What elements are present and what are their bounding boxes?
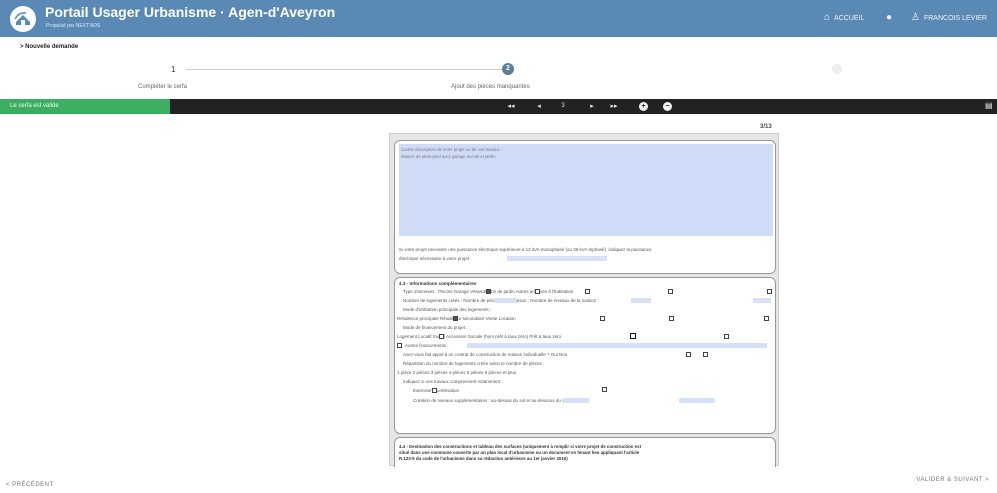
page-number-input[interactable]: 3 <box>557 102 569 111</box>
description-value: Maison de plain-pied avec garage accolé … <box>401 154 496 159</box>
last-page-button[interactable]: ▸▸ <box>609 102 619 111</box>
niveaux-maison-input[interactable] <box>753 298 771 303</box>
stepper-line <box>186 69 504 70</box>
checkbox-veranda[interactable] <box>585 289 590 294</box>
checkbox-accession-sociale[interactable] <box>630 333 636 339</box>
zoom-out-button[interactable]: − <box>663 102 672 111</box>
checkbox-surelevation[interactable] <box>602 387 607 392</box>
power-note-line2: électrique nécessaire à votre projet : <box>399 256 472 261</box>
checkbox-garage[interactable] <box>535 289 540 294</box>
info-row-nombre-pieces: 1 pièce 2 pièces 3 pièces 4 pièces 5 piè… <box>397 370 517 375</box>
nav-notifications[interactable]: ● <box>886 13 892 23</box>
step-2-label: Ajout des pièces manquantes <box>451 84 530 90</box>
checkbox-pret-taux-zero[interactable] <box>724 334 729 339</box>
app-root: Portail Usager Urbanisme · Agen-d'Aveyro… <box>0 0 997 493</box>
checkbox-residence-secondaire[interactable] <box>600 316 605 321</box>
info-row-mode-utilisation: Mode d'utilisation principale des logeme… <box>403 307 492 312</box>
portal-logo-icon[interactable] <box>10 6 36 32</box>
step-1-label[interactable]: Compléter le cerfa <box>138 84 187 90</box>
info-row-financement: Mode de financement du projet : <box>403 325 468 330</box>
first-page-button[interactable]: ◂◂ <box>506 102 516 111</box>
checkbox-abri-jardin[interactable] <box>668 289 673 294</box>
info-row-repartition: Répartition du nombre de logements créés… <box>403 361 545 366</box>
nav-user[interactable]: ♙ FRANCOIS LEVIER <box>911 13 987 23</box>
top-header: Portail Usager Urbanisme · Agen-d'Aveyro… <box>0 0 997 37</box>
prev-page-button[interactable]: ◂ <box>535 102 543 111</box>
checkbox-location[interactable] <box>764 316 769 321</box>
nav-home-label: ACCUEIL <box>834 14 865 22</box>
info-row-contrat-construction: Avez-vous fait appel à un contrat de con… <box>403 352 568 357</box>
destination-heading-line3: R.123-9 du code de l'urbanisme dans sa r… <box>399 456 568 461</box>
pdf-viewer[interactable]: Courte description de votre projet ou de… <box>389 133 779 467</box>
bell-icon: ● <box>886 12 893 23</box>
step-3-indicator <box>832 64 842 74</box>
nav-home[interactable]: ⌂ ACCUEIL <box>824 13 864 23</box>
previous-button[interactable]: < PRÉCÉDENT <box>6 482 54 488</box>
next-page-button[interactable]: ▸ <box>588 102 596 111</box>
form-section-destination: 4.4 - Destination des constructions et t… <box>394 437 776 467</box>
user-icon: ♙ <box>911 12 920 23</box>
step-2-indicator: 2 <box>502 63 514 75</box>
destination-heading-line1: 4.4 - Destination des constructions et t… <box>399 444 642 449</box>
checkbox-vente[interactable] <box>669 316 674 321</box>
power-note-line1: Si votre projet nécessite une puissance … <box>399 247 652 252</box>
info-row-niveaux-supp: Création de niveaux supplémentaires : au… <box>413 398 568 403</box>
app-subtitle: Propulsé par NEXT'ADS <box>46 23 101 29</box>
checkbox-logement-locatif-social[interactable] <box>439 334 444 339</box>
cerfa-valid-status: Le cerfa est valide <box>0 99 170 114</box>
form-section-description: Courte description de votre projet ou de… <box>394 140 776 274</box>
power-input[interactable] <box>507 256 607 261</box>
page-counter: 3/13 <box>760 124 772 130</box>
checkbox-piscine[interactable] <box>486 289 491 294</box>
checkbox-autres-annexes[interactable] <box>767 289 772 294</box>
info-row-autres-financements: Autres financements : <box>405 343 449 348</box>
print-icon[interactable]: ▤ <box>985 102 994 110</box>
validate-next-button[interactable]: VALIDER & SUIVANT > <box>916 477 989 483</box>
checkbox-contrat-oui[interactable] <box>686 352 691 357</box>
description-textarea[interactable]: Courte description de votre projet ou de… <box>399 144 773 236</box>
form-section-additional-info: 4.3 - Informations complémentaires Type … <box>394 277 776 434</box>
description-label: Courte description de votre projet ou de… <box>401 147 503 152</box>
niveaux-dessus-input[interactable] <box>563 398 589 403</box>
app-title: Portail Usager Urbanisme · Agen-d'Aveyro… <box>45 4 336 20</box>
step-1-number: 1 <box>171 65 176 74</box>
info-row-logement-social: Logement Locatif Social Accession Social… <box>397 334 562 339</box>
checkbox-contrat-non[interactable] <box>703 352 708 357</box>
checkbox-autres-financements[interactable] <box>397 343 402 348</box>
checkbox-extension[interactable] <box>432 388 437 393</box>
home-icon: ⌂ <box>824 12 831 23</box>
niveaux-dessous-input[interactable] <box>679 398 715 403</box>
pieces-maison-input[interactable] <box>631 298 651 303</box>
zoom-in-button[interactable]: + <box>639 102 648 111</box>
additional-info-heading: 4.3 - Informations complémentaires <box>399 281 477 286</box>
checkbox-residence-principale[interactable] <box>453 316 458 321</box>
destination-heading-line2: situé dans une commune couverte par un p… <box>399 450 640 455</box>
logements-crees-input[interactable] <box>495 298 517 303</box>
info-row-travaux: Indiquez si vos travaux comprennent nota… <box>403 379 503 384</box>
breadcrumb[interactable]: > Nouvelle demande <box>20 44 78 50</box>
pdf-toolbar: Le cerfa est valide ◂◂ ◂ 3 ▸ ▸▸ + − ▤ <box>0 99 997 114</box>
nav-user-label: FRANCOIS LEVIER <box>923 14 987 22</box>
autres-financements-input[interactable] <box>467 343 767 348</box>
